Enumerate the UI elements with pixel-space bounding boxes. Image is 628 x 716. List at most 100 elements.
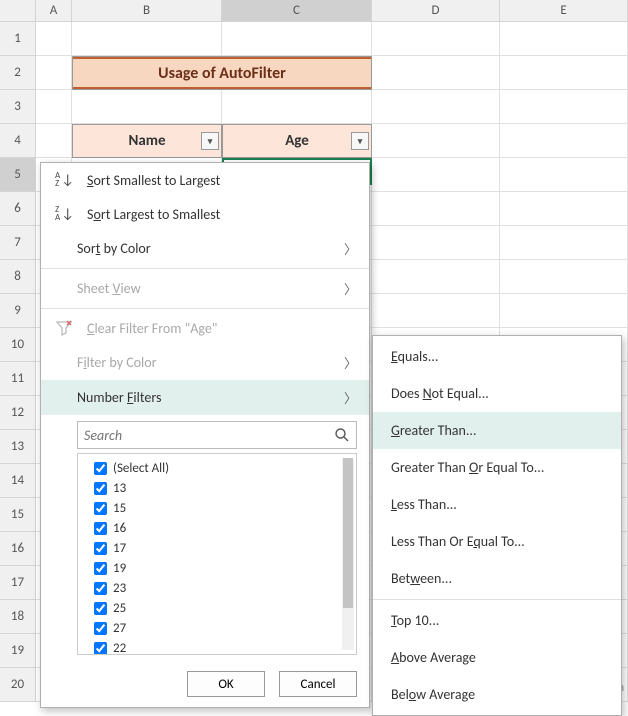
row-header[interactable]: 4 [0,124,36,158]
filter-dropdown-button-name[interactable]: ▾ [201,132,219,150]
row-header[interactable]: 19 [0,634,36,668]
cell[interactable] [222,90,372,124]
filter-search-box[interactable] [77,421,357,449]
sort-by-color-item[interactable]: Sort by ColorSort by Color 〉 [41,231,369,266]
row-header[interactable]: 8 [0,260,36,294]
sort-descending-item[interactable]: ZA↓ Sort Largest to SmallestSort Largest… [41,197,369,231]
sort-ascending-item[interactable]: AZ↓ SSort Smallest to Largestort Smalles… [41,163,369,197]
row-header[interactable]: 17 [0,566,36,600]
filter-value-checkbox[interactable] [94,522,107,535]
filter-value-checkbox[interactable] [94,482,107,495]
filter-value-row[interactable]: 23 [84,578,350,598]
row-header[interactable]: 2 [0,56,36,90]
row-header[interactable]: 6 [0,192,36,226]
cell[interactable] [372,56,500,90]
filter-value-checkbox[interactable] [94,562,107,575]
row-header[interactable]: 3 [0,90,36,124]
filter-value-checkbox[interactable] [94,502,107,515]
filter-less-than[interactable]: Less Than...Less Than... [373,486,621,523]
cell[interactable] [372,22,500,56]
cell[interactable] [500,192,628,226]
cell[interactable] [500,294,628,328]
cell[interactable] [222,22,372,56]
filter-value-row[interactable]: 27 [84,618,350,638]
separator [373,599,621,600]
row-header[interactable]: 12 [0,396,36,430]
filter-value-row[interactable]: (Select All) [84,458,350,478]
filter-value-checkbox[interactable] [94,462,107,475]
col-header-c[interactable]: C [222,0,372,22]
row-header[interactable]: 1 [0,22,36,56]
cell[interactable] [500,56,628,90]
scrollbar[interactable] [342,458,354,650]
row-header[interactable]: 14 [0,464,36,498]
scrollbar-thumb[interactable] [343,458,353,608]
filter-dropdown-button-age[interactable]: ▾ [351,132,369,150]
cell[interactable] [372,158,500,192]
cell[interactable] [500,22,628,56]
cell[interactable] [372,124,500,158]
filter-value-checkbox[interactable] [94,582,107,595]
filter-lte[interactable]: Less Than Or Equal To...Less Than Or Equ… [373,523,621,560]
cell[interactable] [72,22,222,56]
row-header[interactable]: 7 [0,226,36,260]
filter-value-row[interactable]: 16 [84,518,350,538]
col-header-b[interactable]: B [72,0,222,22]
row-header[interactable]: 15 [0,498,36,532]
number-filters-item[interactable]: Number FiltersNumber Filters 〉 [41,380,369,415]
filter-not-equal[interactable]: Does Not Equal...Does Not Equal... [373,375,621,412]
table-header-age: Age ▾ [222,124,372,158]
filter-value-row[interactable]: 17 [84,538,350,558]
row-header[interactable]: 5 [0,158,36,192]
filter-value-row[interactable]: 25 [84,598,350,618]
cell[interactable] [372,294,500,328]
filter-value-row[interactable]: 19 [84,558,350,578]
col-header-e[interactable]: E [500,0,628,22]
cell[interactable] [36,56,72,90]
row-header[interactable]: 10 [0,328,36,362]
filter-value-checkbox[interactable] [94,602,107,615]
row-header[interactable]: 11 [0,362,36,396]
filter-value-row[interactable]: 22 [84,638,350,655]
cell[interactable] [72,90,222,124]
filter-value-list[interactable]: (Select All)131516171923252722 [77,453,357,655]
cell[interactable] [500,158,628,192]
ok-button[interactable]: OK [187,671,265,697]
filter-greater-than[interactable]: Greater Than...Greater Than... [373,412,621,449]
cell[interactable] [372,192,500,226]
filter-value-checkbox[interactable] [94,642,107,655]
row-header[interactable]: 9 [0,294,36,328]
row-header[interactable]: 13 [0,430,36,464]
filter-value-row[interactable]: 13 [84,478,350,498]
cancel-button[interactable]: Cancel [279,671,357,697]
cell[interactable] [500,124,628,158]
filter-top10[interactable]: Top 10...Top 10... [373,602,621,639]
cell[interactable] [500,226,628,260]
filter-search-input[interactable] [84,427,328,444]
cell[interactable] [372,226,500,260]
col-header-d[interactable]: D [372,0,500,22]
select-all-corner[interactable] [0,0,36,22]
row-header[interactable]: 16 [0,532,36,566]
cell[interactable] [372,260,500,294]
cell[interactable] [36,124,72,158]
row-header[interactable]: 20 [0,668,36,702]
filter-value-checkbox[interactable] [94,622,107,635]
filter-above-avg[interactable]: Above AverageAbove Average [373,639,621,676]
filter-equals[interactable]: Equals...Equals... [373,338,621,375]
filter-value-checkbox[interactable] [94,542,107,555]
filter-gte[interactable]: Greater Than Or Equal To...Greater Than … [373,449,621,486]
filter-below-avg[interactable]: Below AverageBelow Average [373,676,621,713]
filter-value-row[interactable]: 15 [84,498,350,518]
chevron-down-icon: ▾ [358,136,363,147]
cell[interactable] [372,90,500,124]
cell[interactable] [500,260,628,294]
chevron-right-icon: 〉 [344,239,357,258]
table-header-name: Name ▾ [72,124,222,158]
col-header-a[interactable]: A [36,0,72,22]
row-header[interactable]: 18 [0,600,36,634]
filter-between[interactable]: Between...Between... [373,560,621,597]
cell[interactable] [500,90,628,124]
cell[interactable] [36,90,72,124]
cell[interactable] [36,22,72,56]
